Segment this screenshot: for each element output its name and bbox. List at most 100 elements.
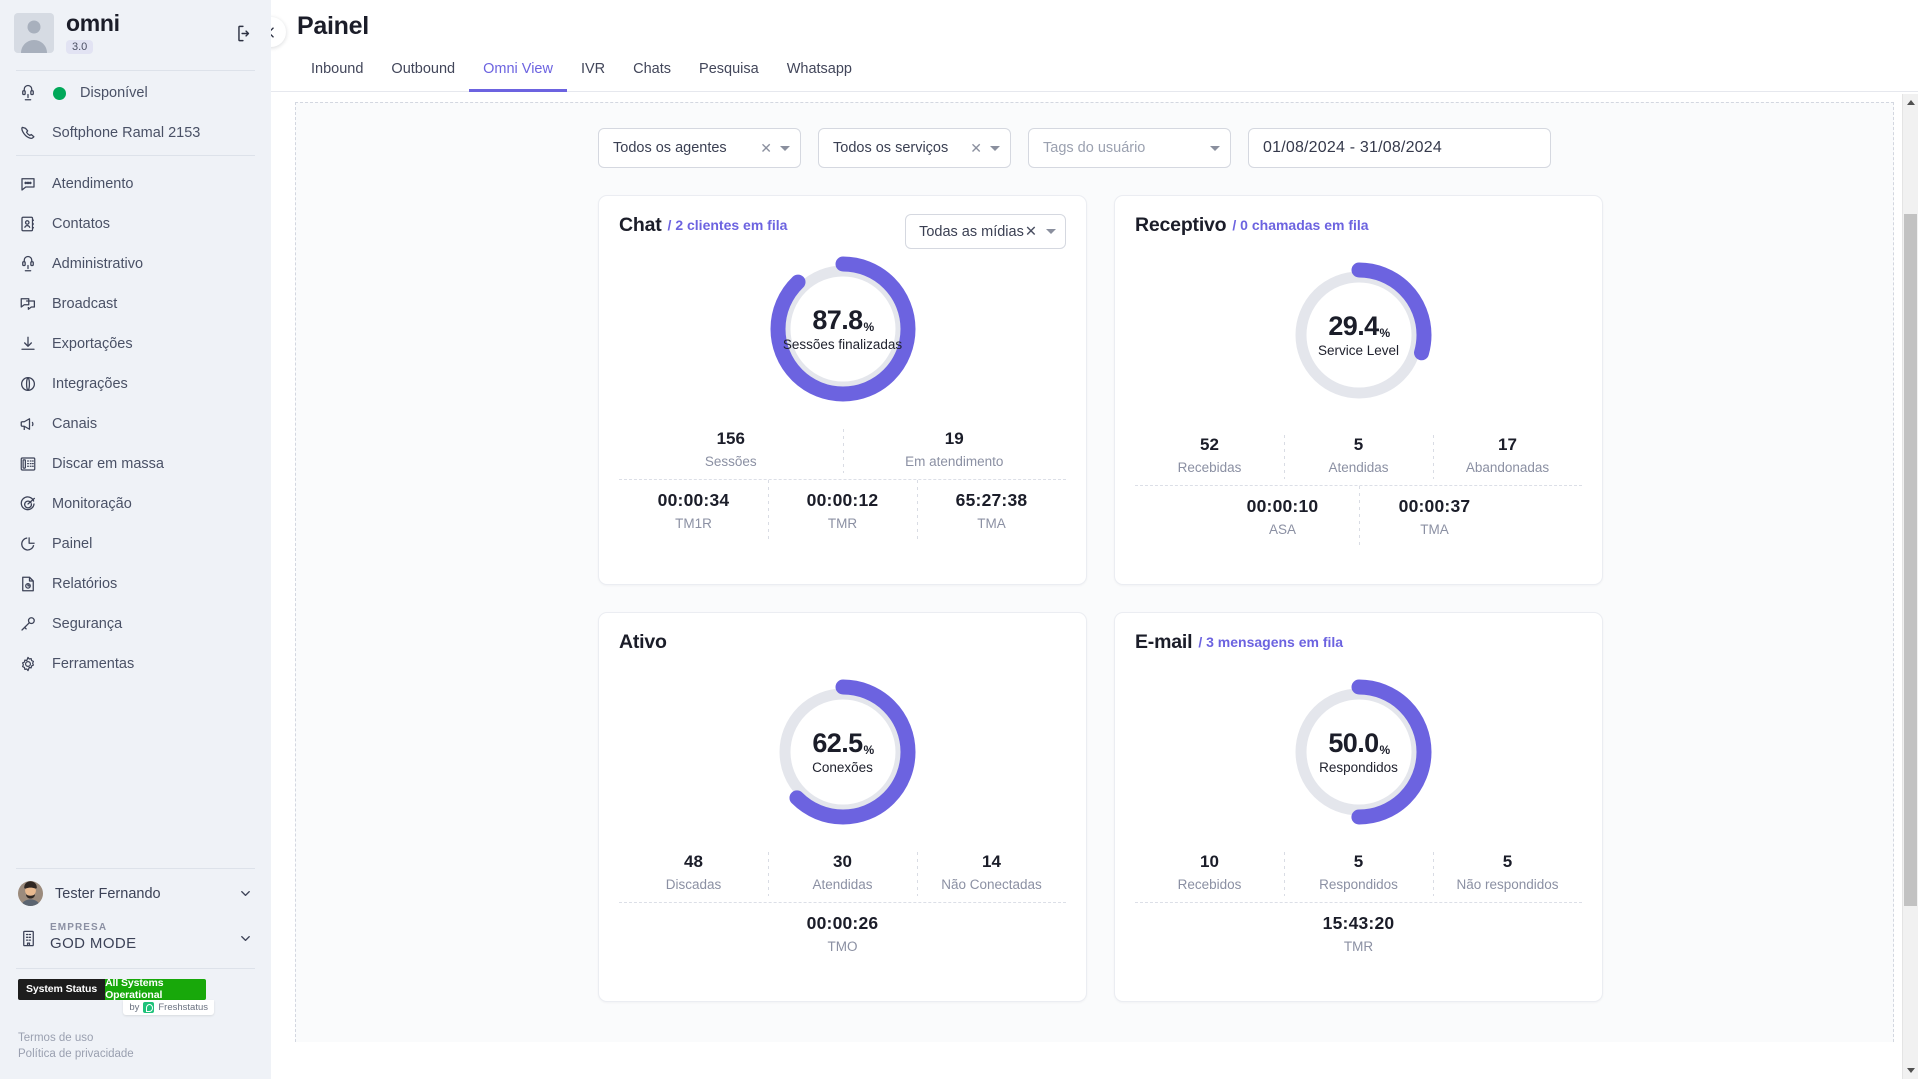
sidebar-company-menu[interactable]: EMPRESA GOD MODE	[0, 916, 271, 965]
sidebar-item-monitoracao[interactable]: Monitoração	[0, 484, 271, 524]
time-item: 15:43:20 TMR	[1283, 913, 1435, 958]
headset-chair-icon	[18, 83, 38, 103]
stat-item: 48 Discadas	[619, 850, 768, 902]
sidebar-item-administrativo[interactable]: Administrativo	[0, 244, 271, 284]
stat-label: Não Conectadas	[941, 877, 1042, 892]
card-subtitle: / 0 chamadas em fila	[1232, 217, 1369, 233]
brand-version-badge: 3.0	[66, 40, 94, 54]
sidebar-item-canais[interactable]: Canais	[0, 404, 271, 444]
sidebar-footer: Tester Fernando EMPRESA GOD MODE System …	[0, 866, 271, 1079]
time-value: 00:00:26	[806, 913, 879, 933]
stats-row: 10 Recebidos 5 Respondidos 5 Não respond…	[1135, 850, 1582, 902]
time-value: 00:00:37	[1398, 496, 1471, 516]
services-filter-value: Todos os serviços	[833, 140, 949, 156]
agents-filter[interactable]: Todos os agentes ✕	[598, 128, 801, 168]
tab-omni-view[interactable]: Omni View	[469, 55, 567, 92]
times-row: 00:00:10 ASA 00:00:37 TMA	[1135, 485, 1582, 549]
stats-row: 52 Recebidas 5 Atendidas 17 Abandonadas	[1135, 433, 1582, 485]
card-subtitle: / 2 clientes em fila	[667, 217, 788, 233]
sidebar-item-broadcast[interactable]: Broadcast	[0, 284, 271, 324]
date-range-value: 01/08/2024 - 31/08/2024	[1263, 139, 1442, 156]
card-header: Ativo	[619, 631, 1066, 654]
sidebar-nav: Atendimento Contatos Administrativo Broa…	[0, 158, 271, 684]
scroll-down-arrow[interactable]	[1903, 1062, 1918, 1079]
stat-label: Discadas	[665, 877, 722, 892]
time-item: 00:00:12 TMR	[768, 480, 917, 543]
logout-icon[interactable]	[231, 20, 257, 46]
card-header: Chat / 2 clientes em fila Todas as mídia…	[619, 214, 1066, 249]
by-label: by	[129, 1001, 140, 1013]
stat-item: 17 Abandonadas	[1433, 433, 1582, 485]
stat-item: 19 Em atendimento	[842, 427, 1067, 479]
chevron-down-icon[interactable]	[1046, 229, 1056, 234]
sidebar-status-label: Disponível	[80, 85, 148, 101]
sidebar-item-label: Atendimento	[52, 176, 134, 192]
tab-outbound[interactable]: Outbound	[377, 55, 469, 92]
system-status-label: System Status	[18, 978, 106, 1000]
tab-pesquisa[interactable]: Pesquisa	[685, 55, 773, 92]
download-icon	[18, 334, 38, 354]
sidebar-item-atendimento[interactable]: Atendimento	[0, 164, 271, 204]
services-filter[interactable]: Todos os serviços ✕	[818, 128, 1011, 168]
sidebar-item-label: Integrações	[52, 376, 128, 392]
vertical-scrollbar[interactable]	[1902, 94, 1918, 1079]
company-label: EMPRESA	[50, 922, 108, 934]
company-name: GOD MODE	[50, 934, 137, 952]
sidebar-item-status[interactable]: Disponível	[0, 73, 271, 113]
stat-value: 10	[1200, 852, 1219, 871]
sidebar-item-label: Broadcast	[52, 296, 118, 312]
chevron-down-icon[interactable]	[1210, 145, 1220, 151]
terms-link[interactable]: Termos de uso	[18, 1030, 253, 1047]
tags-filter-placeholder: Tags do usuário	[1043, 140, 1146, 156]
clear-agents-icon[interactable]: ✕	[760, 140, 772, 157]
clear-services-icon[interactable]: ✕	[970, 140, 982, 157]
time-label: TMR	[1343, 939, 1374, 954]
sidebar-item-contatos[interactable]: Contatos	[0, 204, 271, 244]
sidebar-user-menu[interactable]: Tester Fernando	[0, 871, 271, 916]
chevron-down-icon	[238, 931, 253, 946]
main-content: Painel Inbound Outbound Omni View IVR Ch…	[271, 0, 1918, 1079]
system-status-bar[interactable]: System Status All Systems Operational	[18, 978, 206, 1000]
stat-label: Em atendimento	[905, 454, 1004, 469]
tab-inbound[interactable]: Inbound	[297, 55, 377, 92]
clear-media-icon[interactable]: ✕	[1025, 224, 1037, 240]
contact-book-icon	[18, 214, 38, 234]
scroll-up-arrow[interactable]	[1903, 94, 1918, 111]
chevron-down-icon[interactable]	[990, 145, 1000, 151]
report-doc-icon	[18, 574, 38, 594]
scrollbar-thumb[interactable]	[1904, 214, 1917, 906]
sidebar-item-discar-em-massa[interactable]: Discar em massa	[0, 444, 271, 484]
stat-label: Não respondidos	[1456, 877, 1559, 892]
chevron-down-icon	[238, 886, 253, 901]
stat-item: 156 Sessões	[619, 427, 843, 479]
time-label: TMR	[827, 516, 858, 531]
time-item: 00:00:10 ASA	[1207, 496, 1359, 541]
app-root: omni 3.0 Disponível Softphone Ramal 2153	[0, 0, 1918, 1079]
chevron-down-icon[interactable]	[780, 145, 790, 151]
sidebar-item-integracoes[interactable]: Integrações	[0, 364, 271, 404]
tab-chats[interactable]: Chats	[619, 55, 685, 92]
sidebar-item-label: Painel	[52, 536, 93, 552]
privacy-link[interactable]: Política de privacidade	[18, 1046, 253, 1063]
email-donut-chart: 50.0% Respondidos	[1283, 676, 1435, 828]
sidebar-item-exportacoes[interactable]: Exportações	[0, 324, 271, 364]
stat-label: Recebidas	[1177, 460, 1242, 475]
stat-label: Sessões	[704, 454, 757, 469]
date-range-filter[interactable]: 01/08/2024 - 31/08/2024	[1248, 128, 1551, 168]
sidebar-item-painel[interactable]: Painel	[0, 524, 271, 564]
tags-filter[interactable]: Tags do usuário	[1028, 128, 1231, 168]
filter-bar: Todos os agentes ✕ Todos os serviços ✕ T…	[296, 103, 1893, 168]
time-value: 00:00:34	[657, 490, 730, 510]
stat-value: 5	[1353, 435, 1364, 454]
tab-whatsapp[interactable]: Whatsapp	[773, 55, 866, 92]
media-filter[interactable]: Todas as mídias ✕	[905, 214, 1066, 249]
sidebar-item-relatorios[interactable]: Relatórios	[0, 564, 271, 604]
gauge-wrap: 29.4% Service Level	[1135, 259, 1582, 411]
sidebar-item-ferramentas[interactable]: Ferramentas	[0, 644, 271, 684]
times-row: 00:00:34 TM1R 00:00:12 TMR 65:27:38 TMA	[619, 479, 1066, 543]
stat-label: Respondidos	[1319, 877, 1398, 892]
sidebar-item-seguranca[interactable]: Segurança	[0, 604, 271, 644]
tab-ivr[interactable]: IVR	[567, 55, 619, 92]
card-subtitle: / 3 mensagens em fila	[1198, 634, 1344, 650]
sidebar-item-softphone[interactable]: Softphone Ramal 2153	[0, 113, 271, 153]
